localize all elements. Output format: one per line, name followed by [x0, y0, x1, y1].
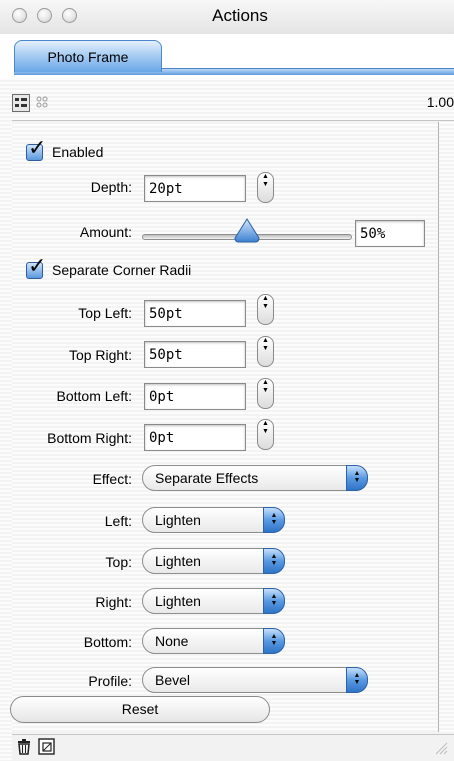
left-label: Left:	[104, 513, 132, 529]
list-view-icon[interactable]	[12, 94, 30, 112]
left-value: Lighten	[155, 512, 201, 528]
enabled-checkbox[interactable]: ✓	[26, 137, 46, 161]
left-popup[interactable]: Lighten ▲ ▼	[142, 507, 285, 533]
checkmark-icon: ✓	[28, 135, 47, 160]
right-label: Right:	[95, 594, 132, 610]
top-right-stepper[interactable]: ▲ ▼	[257, 336, 274, 367]
bottom-value: None	[155, 633, 189, 649]
effect-popup[interactable]: Separate Effects ▲ ▼	[142, 465, 368, 491]
bottom-bar	[12, 734, 454, 761]
toolbar-value: 1.00	[426, 94, 454, 110]
toolbar: 1.00	[12, 84, 454, 121]
popup-arrows-icon: ▲ ▼	[263, 548, 285, 574]
bottom-label: Bottom:	[83, 634, 132, 650]
title-bar[interactable]: Actions	[0, 0, 454, 35]
top-label: Top:	[105, 554, 132, 570]
amount-slider-thumb[interactable]	[233, 218, 261, 244]
new-action-icon[interactable]	[38, 738, 55, 758]
tab-label: Photo Frame	[47, 49, 129, 65]
bottom-left-stepper[interactable]: ▲ ▼	[257, 378, 274, 409]
popup-arrows-icon: ▲ ▼	[346, 667, 368, 693]
right-popup[interactable]: Lighten ▲ ▼	[142, 588, 285, 614]
grid-view-icon[interactable]	[34, 94, 52, 112]
separate-corner-radii-checkbox[interactable]: ✓	[26, 255, 46, 279]
bottom-right-label: Bottom Right:	[47, 430, 132, 446]
enabled-label: Enabled	[52, 144, 104, 160]
separate-corner-radii-label: Separate Corner Radii	[52, 262, 192, 278]
trash-icon[interactable]	[16, 739, 32, 758]
bottom-right-field[interactable]: 0pt	[144, 424, 246, 451]
top-left-label: Top Left:	[78, 305, 132, 321]
top-left-stepper[interactable]: ▲ ▼	[257, 294, 274, 325]
profile-label: Profile:	[88, 673, 132, 689]
profile-popup[interactable]: Bevel ▲ ▼	[142, 667, 368, 693]
bottom-left-label: Bottom Left:	[56, 388, 132, 404]
depth-field[interactable]: 20pt	[144, 175, 246, 202]
reset-button[interactable]: Reset	[10, 696, 270, 723]
bottom-left-field[interactable]: 0pt	[144, 383, 246, 410]
popup-arrows-icon: ▲ ▼	[263, 507, 285, 533]
top-right-field[interactable]: 50pt	[144, 341, 246, 368]
popup-arrows-icon: ▲ ▼	[263, 628, 285, 654]
bottom-right-stepper[interactable]: ▲ ▼	[257, 419, 274, 450]
depth-label: Depth:	[90, 179, 132, 195]
depth-stepper[interactable]: ▲ ▼	[257, 172, 274, 203]
amount-label: Amount:	[79, 224, 132, 240]
checkmark-icon: ✓	[28, 253, 47, 278]
resize-grip-icon[interactable]	[434, 741, 448, 758]
bottom-popup[interactable]: None ▲ ▼	[142, 628, 285, 654]
right-value: Lighten	[155, 593, 201, 609]
settings-panel: ✓ Enabled Depth: 20pt ▲ ▼ Amount: 50% ✓ S…	[10, 122, 439, 732]
window-title: Actions	[212, 6, 268, 25]
amount-field[interactable]: 50%	[355, 220, 425, 247]
top-value: Lighten	[155, 553, 201, 569]
effect-value: Separate Effects	[155, 470, 259, 486]
top-left-field[interactable]: 50pt	[144, 300, 246, 327]
effect-label: Effect:	[92, 471, 132, 487]
popup-arrows-icon: ▲ ▼	[346, 465, 368, 491]
top-right-label: Top Right:	[68, 347, 132, 363]
top-popup[interactable]: Lighten ▲ ▼	[142, 548, 285, 574]
tab-photo-frame[interactable]: Photo Frame	[14, 40, 162, 72]
popup-arrows-icon: ▲ ▼	[263, 588, 285, 614]
profile-value: Bevel	[155, 672, 191, 688]
